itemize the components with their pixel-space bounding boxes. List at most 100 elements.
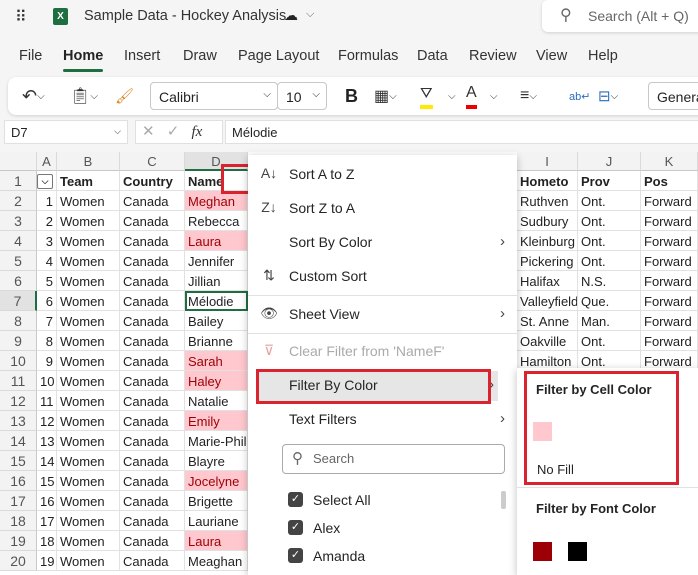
cell[interactable]: Que. xyxy=(578,291,641,311)
cell[interactable]: 3 xyxy=(37,231,57,251)
row-header[interactable]: 10 xyxy=(0,351,37,371)
cell-name[interactable]: Mélodie xyxy=(185,291,248,311)
select-all-corner[interactable] xyxy=(0,152,37,171)
cell[interactable]: Women xyxy=(57,191,120,211)
cell[interactable]: Canada xyxy=(120,291,185,311)
cell-name[interactable]: Lauriane xyxy=(185,511,248,531)
cell[interactable]: Canada xyxy=(120,271,185,291)
menu-item-sort-a-to-z[interactable]: A↓ Sort A to Z xyxy=(248,160,517,190)
cell[interactable]: Ont. xyxy=(578,331,641,351)
cell[interactable]: 16 xyxy=(37,491,57,511)
row-header[interactable]: 3 xyxy=(0,211,37,231)
tab-file[interactable]: File xyxy=(19,48,42,64)
row-header[interactable]: 6 xyxy=(0,271,37,291)
cell[interactable]: Women xyxy=(57,551,120,571)
cell[interactable]: Women xyxy=(57,471,120,491)
undo-icon[interactable]: ↶ ⌵ xyxy=(22,77,45,115)
cell[interactable]: Women xyxy=(57,451,120,471)
cell[interactable]: Canada xyxy=(120,191,185,211)
column-header-i[interactable]: I xyxy=(517,152,578,171)
menu-item-sort-z-to-a[interactable]: Z↓ Sort Z to A xyxy=(248,194,517,224)
cell[interactable]: Canada xyxy=(120,431,185,451)
cell[interactable]: Women xyxy=(57,331,120,351)
chevron-down-icon[interactable]: ⌵ xyxy=(448,77,456,115)
cell[interactable]: 9 xyxy=(37,351,57,371)
cell[interactable]: Oakville xyxy=(517,331,578,351)
column-header-b[interactable]: B xyxy=(57,152,120,171)
name-box[interactable]: D7 ⌵ xyxy=(4,120,128,144)
filter-search-input[interactable]: ⚲ Search xyxy=(282,444,505,474)
column-header-c[interactable]: C xyxy=(120,152,185,171)
cell[interactable]: Women xyxy=(57,291,120,311)
cell-name[interactable]: Emily xyxy=(185,411,248,431)
row-header[interactable]: 13 xyxy=(0,411,37,431)
cell[interactable]: Women xyxy=(57,351,120,371)
cell[interactable]: Forward xyxy=(641,211,698,231)
cell[interactable]: 11 xyxy=(37,391,57,411)
checkbox-amanda[interactable]: ✓ xyxy=(288,548,303,563)
chevron-down-icon[interactable]: ⌵ xyxy=(490,77,498,115)
cell[interactable]: Women xyxy=(57,311,120,331)
cell[interactable]: Ont. xyxy=(578,231,641,251)
cell[interactable]: Man. xyxy=(578,311,641,331)
cell[interactable]: Pickering xyxy=(517,251,578,271)
cell[interactable]: Women xyxy=(57,411,120,431)
cell-name[interactable]: Rebecca xyxy=(185,211,248,231)
cell[interactable]: Halifax xyxy=(517,271,578,291)
font-color-icon[interactable]: A xyxy=(466,81,477,109)
row-header[interactable]: 12 xyxy=(0,391,37,411)
tab-formulas[interactable]: Formulas xyxy=(338,48,398,64)
menu-item-sheet-view[interactable]: 👁︎ Sheet View › xyxy=(248,300,517,330)
row-header[interactable]: 11 xyxy=(0,371,37,391)
cell[interactable]: Ont. xyxy=(578,251,641,271)
number-format-select[interactable]: Genera xyxy=(648,82,698,110)
filter-button-a[interactable]: ⌵ xyxy=(37,174,53,189)
cell-name[interactable]: Natalie xyxy=(185,391,248,411)
cell[interactable]: Women xyxy=(57,431,120,451)
row-header[interactable]: 14 xyxy=(0,431,37,451)
cell[interactable]: St. Anne xyxy=(517,311,578,331)
borders-icon[interactable]: ▦ ⌵ xyxy=(374,77,397,115)
cell[interactable]: Women xyxy=(57,371,120,391)
row-header[interactable]: 2 xyxy=(0,191,37,211)
formula-input[interactable]: Mélodie xyxy=(225,120,698,144)
cell[interactable]: 1 xyxy=(37,191,57,211)
cell[interactable]: Canada xyxy=(120,531,185,551)
cell[interactable]: 13 xyxy=(37,431,57,451)
document-title[interactable]: Sample Data - Hockey Analysis xyxy=(84,8,286,24)
confirm-icon[interactable]: ✓ xyxy=(167,123,180,140)
fill-color-icon[interactable]: ⛛ xyxy=(420,81,433,109)
font-color-swatch-dark-red[interactable] xyxy=(533,542,552,561)
cell-name[interactable]: Brigette xyxy=(185,491,248,511)
cell-name[interactable]: Meghan xyxy=(185,191,248,211)
tab-view[interactable]: View xyxy=(536,48,567,64)
cell[interactable]: 8 xyxy=(37,331,57,351)
tab-page-layout[interactable]: Page Layout xyxy=(238,48,319,64)
tab-review[interactable]: Review xyxy=(469,48,517,64)
cell[interactable]: 17 xyxy=(37,511,57,531)
cell[interactable]: Canada xyxy=(120,451,185,471)
cell[interactable]: 14 xyxy=(37,451,57,471)
row-header[interactable]: 1 xyxy=(0,171,37,191)
tab-draw[interactable]: Draw xyxy=(183,48,217,64)
cell-name[interactable]: Meaghan xyxy=(185,551,248,571)
format-painter-icon[interactable]: 🖌︎ xyxy=(115,77,134,115)
cell[interactable]: Canada xyxy=(120,331,185,351)
cell[interactable]: Forward xyxy=(641,331,698,351)
menu-item-custom-sort[interactable]: ⇅ Custom Sort xyxy=(248,262,517,292)
cell-name[interactable]: Marie-Philip xyxy=(185,431,248,451)
checkbox-alex[interactable]: ✓ xyxy=(288,520,303,535)
row-header[interactable]: 16 xyxy=(0,471,37,491)
bold-button[interactable]: B xyxy=(345,77,358,115)
cell[interactable]: Canada xyxy=(120,231,185,251)
cell[interactable]: Canada xyxy=(120,351,185,371)
cell-name[interactable]: Jennifer xyxy=(185,251,248,271)
cell[interactable]: Women xyxy=(57,231,120,251)
scrollbar[interactable] xyxy=(501,491,506,509)
font-size-select[interactable]: 10 ⌵ xyxy=(277,82,327,110)
cell[interactable]: Forward xyxy=(641,191,698,211)
checkbox-select-all[interactable]: ✓ xyxy=(288,492,303,507)
tab-help[interactable]: Help xyxy=(588,48,618,64)
cell[interactable]: Canada xyxy=(120,551,185,571)
cell[interactable]: Forward xyxy=(641,291,698,311)
